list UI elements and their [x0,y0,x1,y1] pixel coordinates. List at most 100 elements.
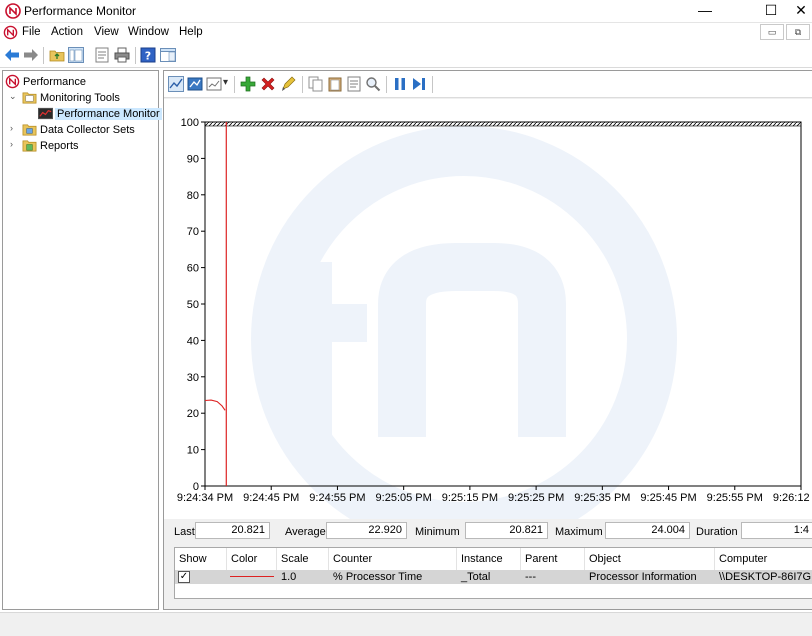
mdi-restore-button[interactable]: ▭ [760,24,784,40]
computer-cell: \\DESKTOP-86I7GFG [719,571,812,583]
performance-monitor-panel: ▾ 0 10 20 30 40 50 60 70 80 90 100 9:24:… [163,70,812,610]
minimize-button[interactable]: — [683,0,727,23]
navigation-tree: Performance ⌄ Monitoring Tools Performan… [2,70,162,610]
average-label: Average [285,526,326,538]
svg-text:?: ? [145,50,151,63]
maximum-value: 24.004 [605,522,690,539]
view-current-activity-icon[interactable] [168,76,184,92]
menu-help[interactable]: Help [179,26,203,38]
tree-label: Reports [40,140,79,152]
add-counter-icon[interactable] [240,76,256,92]
column-header-parent[interactable]: Parent [521,548,585,570]
delete-counter-icon[interactable] [260,76,276,92]
up-folder-icon[interactable] [49,47,65,63]
graph-type-chart-icon[interactable] [206,76,222,92]
properties-icon[interactable] [346,76,362,92]
menu-view[interactable]: View [94,26,119,38]
y-tick-label: 20 [187,408,199,420]
last-label: Last [174,526,195,538]
chevron-right-icon[interactable]: › [10,123,20,133]
column-header-counter[interactable]: Counter [329,548,457,570]
window-title: Performance Monitor [24,4,137,18]
properties-icon[interactable] [94,47,110,63]
instance-cell: _Total [461,571,491,583]
show-checkbox[interactable]: ✓ [178,571,190,583]
minimum-value: 20.821 [465,522,548,539]
x-tick-label: 9:25:05 PM [376,492,432,504]
back-arrow-icon[interactable] [4,47,20,63]
graph-type-dropdown-icon[interactable]: ▾ [223,77,228,88]
watermark-stroke [378,243,566,437]
counter-cell: % Processor Time [333,571,423,583]
y-tick-label: 60 [187,263,199,275]
line-chart: 01020304050607080901009:24:34 PM 9:24:45 … [177,117,812,552]
column-header-color[interactable]: Color [227,548,277,570]
system-menu-icon[interactable] [3,25,18,40]
mdi-float-button[interactable]: ⧉ [786,24,810,40]
y-tick-label: 10 [187,445,199,457]
y-tick-label: 90 [187,153,199,165]
menu-action[interactable]: Action [51,26,83,38]
column-header-instance[interactable]: Instance [457,548,521,570]
object-cell: Processor Information [589,571,697,583]
performance-icon [5,74,20,89]
column-header-computer[interactable]: Computer [715,548,812,570]
monitor-chart-icon [38,107,53,120]
close-button[interactable]: ✕ [790,0,812,23]
change-graph-type-icon[interactable] [187,76,203,92]
watermark-stroke [257,304,367,342]
paste-counter-list-icon[interactable] [327,76,343,92]
x-tick-label: 9:25:45 PM [640,492,696,504]
x-tick-label: 9:25:25 PM [508,492,564,504]
update-data-icon[interactable] [411,76,427,92]
data-collector-icon [22,124,37,136]
folder-icon [22,92,37,104]
line-graph[interactable]: 0 10 20 30 40 50 60 70 80 90 100 9:24:34 PM 9:24:45 … [164,99,812,552]
column-header-show[interactable]: Show [175,548,227,570]
counter-list: Show Color Scale Counter Instance Parent… [174,547,812,599]
series-color-swatch [230,570,274,584]
y-tick-label: 70 [187,226,199,238]
tree-label: Performance Monitor [55,108,162,120]
graph-toolbar: ▾ [164,71,812,98]
y-tick-label: 50 [187,299,199,311]
show-hide-tree-icon[interactable] [68,47,84,63]
menu-window[interactable]: Window [128,26,169,38]
x-tick-label: 9:24:55 PM [309,492,365,504]
highlight-icon[interactable] [280,76,296,92]
x-tick-label: 9:26:12 PM [773,492,812,504]
zoom-icon[interactable] [365,76,381,92]
x-tick-label: 9:24:34 PM [177,492,233,504]
duration-value: 1:4 [741,522,812,539]
menu-file[interactable]: File [22,26,41,38]
forward-arrow-icon[interactable] [23,47,39,63]
maximum-label: Maximum [555,526,603,538]
watermark-stroke [280,262,332,437]
x-tick-label: 9:24:45 PM [243,492,299,504]
counter-row[interactable]: ✓ 1.0 % Processor Time _Total --- Proces… [175,570,812,584]
y-tick-label: 100 [181,117,199,129]
column-header-object[interactable]: Object [585,548,715,570]
tree-label: Performance [23,76,86,88]
x-tick-label: 9:25:15 PM [442,492,498,504]
y-tick-label: 80 [187,190,199,202]
maximize-button[interactable]: ☐ [749,0,793,23]
print-icon[interactable] [114,47,130,63]
x-tick-label: 9:25:55 PM [707,492,763,504]
average-value: 22.920 [326,522,407,539]
minimum-label: Minimum [415,526,460,538]
y-tick-label: 40 [187,335,199,347]
chevron-right-icon[interactable]: › [10,139,20,149]
action-pane-icon[interactable] [160,47,176,63]
column-header-scale[interactable]: Scale [277,548,329,570]
freeze-display-icon[interactable] [392,76,408,92]
help-icon[interactable]: ? [140,47,156,63]
main-toolbar: ? [0,43,812,68]
chevron-down-icon[interactable]: ⌄ [9,91,19,102]
scale-cell: 1.0 [281,571,297,583]
duration-label: Duration [696,526,738,538]
menu-bar: File Action View Window Help ▭ ⧉ [0,23,812,43]
scroll-indicator [204,121,802,127]
copy-properties-icon[interactable] [308,76,324,92]
title-bar: Performance Monitor — ☐ ✕ [0,0,812,23]
